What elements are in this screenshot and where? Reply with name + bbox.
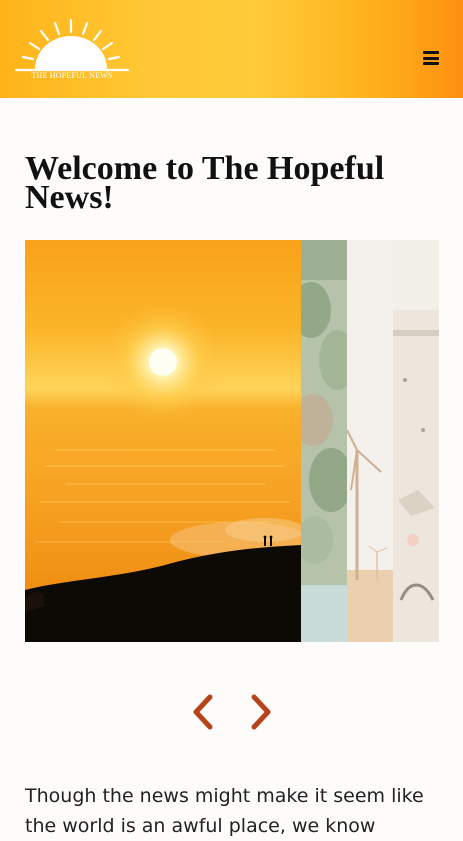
image-carousel[interactable] — [25, 240, 439, 642]
hamburger-icon — [423, 51, 439, 54]
carousel-prev-button[interactable] — [191, 693, 215, 731]
carousel-slide-forest[interactable] — [301, 240, 347, 642]
carousel-slide-sunset[interactable] — [25, 240, 301, 642]
chevron-left-icon — [193, 694, 213, 730]
chevron-right-icon — [251, 694, 271, 730]
forest-photo — [301, 240, 347, 642]
carousel-slide-wind-turbines[interactable] — [347, 240, 393, 642]
sunset-over-hill-photo — [25, 240, 301, 642]
carousel-next-button[interactable] — [249, 693, 273, 731]
hamburger-icon-bar — [423, 62, 439, 65]
page-title: Welcome to The Hopeful News! — [25, 150, 385, 216]
wind-turbine-photo — [347, 240, 393, 642]
logo-text: THE HOPEFUL NEWS — [31, 71, 113, 80]
intro-paragraph: Though the news might make it seem like … — [25, 785, 424, 837]
site-logo[interactable]: THE HOPEFUL NEWS — [14, 18, 130, 84]
carousel-slide-beach[interactable] — [393, 240, 439, 642]
hamburger-menu-button[interactable] — [421, 49, 441, 67]
beach-cleanup-photo — [393, 240, 439, 642]
site-header: THE HOPEFUL NEWS — [0, 0, 463, 98]
hamburger-icon-bar — [423, 56, 439, 60]
